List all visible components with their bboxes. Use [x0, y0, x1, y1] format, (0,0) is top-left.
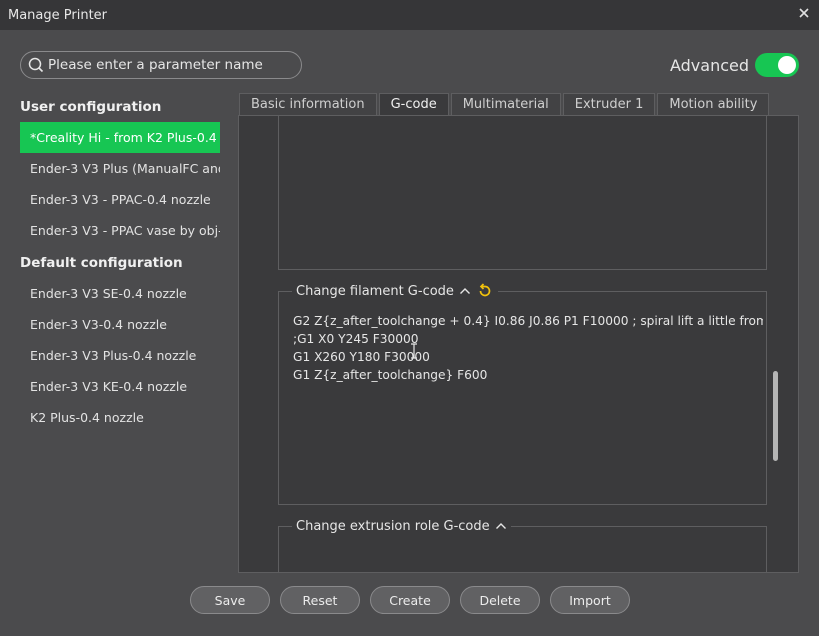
user-config-list: *Creality Hi - from K2 Plus-0.4 Ender-3 …: [20, 122, 220, 246]
tab-extruder-1[interactable]: Extruder 1: [562, 93, 656, 115]
printer-item[interactable]: K2 Plus-0.4 nozzle: [20, 402, 220, 433]
tab-g-code[interactable]: G-code: [378, 93, 449, 116]
tab-motion-ability[interactable]: Motion ability: [657, 93, 770, 115]
text-cursor-icon: [411, 343, 417, 359]
toggle-knob: [778, 56, 796, 74]
printer-item[interactable]: *Creality Hi - from K2 Plus-0.4: [20, 122, 220, 153]
settings-tabs: Basic information G-code Multimaterial E…: [239, 93, 771, 116]
close-icon[interactable]: [797, 6, 811, 20]
printer-item[interactable]: Ender-3 V3 Plus (ManualFC and: [20, 153, 220, 184]
chevron-up-icon[interactable]: [495, 521, 507, 531]
tab-multimaterial[interactable]: Multimaterial: [450, 93, 561, 115]
advanced-control: Advanced: [670, 53, 799, 77]
change-extrusion-group-label: Change extrusion role G-code: [292, 517, 511, 535]
printer-item[interactable]: Ender-3 V3 KE-0.4 nozzle: [20, 371, 220, 402]
title-bar: Manage Printer: [0, 0, 819, 30]
action-buttons: Save Reset Create Delete Import: [190, 586, 640, 614]
change-extrusion-label: Change extrusion role G-code: [296, 518, 490, 534]
save-button[interactable]: Save: [190, 586, 270, 614]
change-filament-label: Change filament G-code: [296, 283, 454, 299]
code-line: G1 Z{z_after_toolchange} F600: [293, 368, 488, 382]
code-line: G1 X260 Y180 F30000: [293, 350, 430, 364]
code-line: ;G1 X0 Y245 F30000: [293, 332, 419, 346]
printer-item[interactable]: Ender-3 V3-0.4 nozzle: [20, 309, 220, 340]
advanced-label: Advanced: [669, 55, 749, 75]
manage-printer-window: Manage Printer Advanced User configurati…: [0, 0, 819, 636]
panel-scrollbar[interactable]: [773, 371, 778, 461]
create-button[interactable]: Create: [370, 586, 450, 614]
code-line: G2 Z{z_after_toolchange + 0.4} I0.86 J0.…: [293, 314, 763, 328]
printer-item[interactable]: Ender-3 V3 Plus-0.4 nozzle: [20, 340, 220, 371]
advanced-toggle[interactable]: [755, 53, 799, 77]
user-configuration-title: User configuration: [20, 99, 162, 115]
previous-gcode-box[interactable]: [278, 116, 767, 270]
reset-button[interactable]: Reset: [280, 586, 360, 614]
parameter-search[interactable]: [20, 51, 302, 79]
search-icon: [28, 57, 44, 73]
printer-item[interactable]: Ender-3 V3 - PPAC vase by obj-: [20, 215, 220, 246]
printer-item[interactable]: Ender-3 V3 SE-0.4 nozzle: [20, 278, 220, 309]
import-button[interactable]: Import: [550, 586, 630, 614]
printer-item[interactable]: Ender-3 V3 - PPAC-0.4 nozzle: [20, 184, 220, 215]
default-configuration-title: Default configuration: [20, 255, 183, 271]
reset-icon[interactable]: [476, 282, 494, 300]
change-filament-group-label: Change filament G-code: [292, 282, 498, 300]
change-filament-code[interactable]: G2 Z{z_after_toolchange + 0.4} I0.86 J0.…: [293, 312, 763, 384]
chevron-up-icon[interactable]: [459, 286, 471, 296]
change-filament-gcode-editor[interactable]: G2 Z{z_after_toolchange + 0.4} I0.86 J0.…: [278, 291, 767, 505]
tab-basic-information[interactable]: Basic information: [239, 93, 377, 115]
delete-button[interactable]: Delete: [460, 586, 540, 614]
gcode-panel: G2 Z{z_after_toolchange + 0.4} I0.86 J0.…: [238, 115, 799, 573]
default-config-list: Ender-3 V3 SE-0.4 nozzle Ender-3 V3-0.4 …: [20, 278, 220, 433]
search-input[interactable]: [48, 57, 278, 73]
window-title: Manage Printer: [8, 7, 108, 23]
